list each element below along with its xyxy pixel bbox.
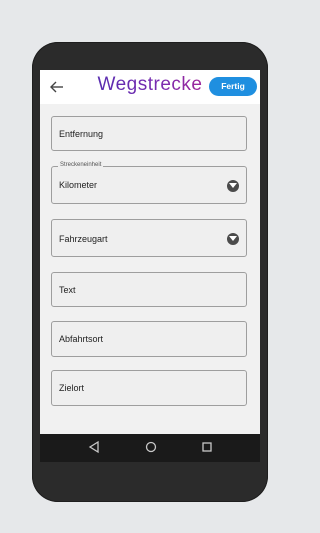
text-placeholder: Text — [59, 285, 76, 295]
destination-placeholder: Zielort — [59, 383, 85, 393]
form-container: Entfernung Streckeneinheit Kilometer Fah… — [40, 104, 260, 434]
chevron-down-icon — [227, 233, 239, 245]
departure-field[interactable]: Abfahrtsort — [51, 321, 247, 357]
departure-placeholder: Abfahrtsort — [59, 334, 104, 344]
nav-recents-icon[interactable] — [200, 440, 214, 459]
android-nav-bar — [40, 434, 260, 462]
unit-label: Streckeneinheit — [58, 162, 104, 168]
vehicle-type-value: Fahrzeugart — [59, 234, 108, 244]
unit-select[interactable]: Streckeneinheit Kilometer — [51, 162, 247, 204]
done-button[interactable]: Fertig — [209, 77, 257, 96]
vehicle-type-select[interactable]: Fahrzeugart — [51, 219, 247, 257]
distance-placeholder: Entfernung — [59, 129, 104, 139]
destination-field[interactable]: Zielort — [51, 370, 247, 406]
back-arrow-icon[interactable] — [48, 78, 66, 96]
unit-value: Kilometer — [59, 180, 98, 190]
chevron-down-icon — [227, 180, 239, 192]
nav-home-icon[interactable] — [144, 440, 158, 459]
app-header: Wegstrecke Fertig — [40, 70, 260, 104]
nav-back-icon[interactable] — [88, 440, 100, 459]
app-screen: Wegstrecke Fertig Entfernung Streckenein… — [40, 70, 260, 462]
distance-field[interactable]: Entfernung — [51, 116, 247, 151]
text-field[interactable]: Text — [51, 272, 247, 307]
